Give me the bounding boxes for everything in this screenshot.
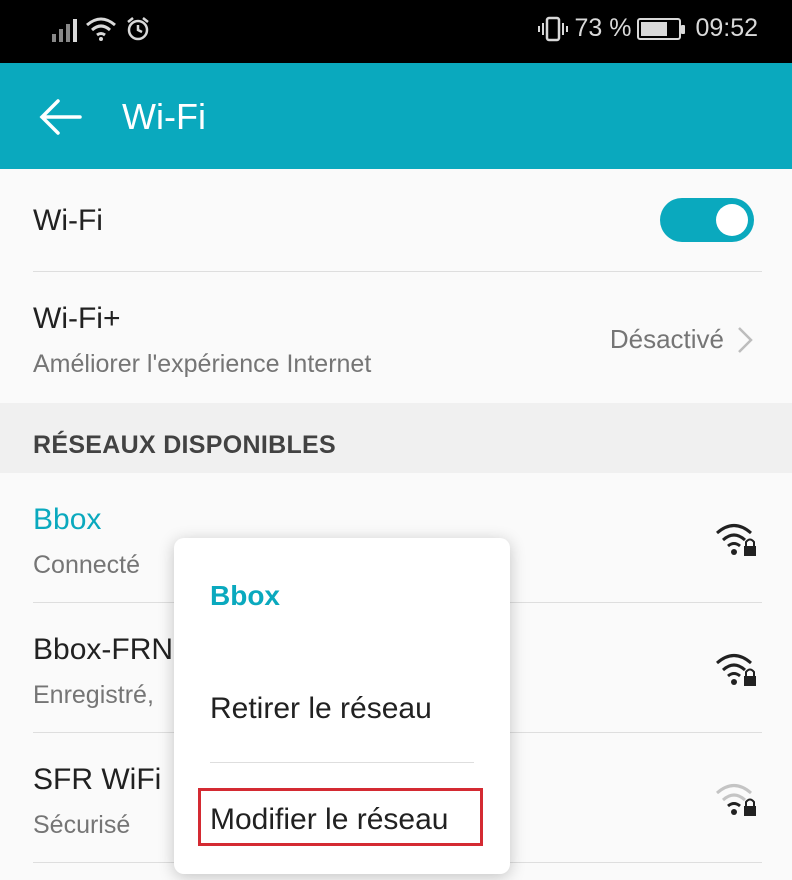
network-name: Bbox: [33, 503, 102, 536]
signal-icon: [52, 16, 77, 42]
wifi-status-icon: [86, 17, 116, 41]
wifi-plus-label: Wi-Fi+: [33, 302, 121, 335]
network-status: Enregistré,: [33, 681, 154, 709]
network-status: Sécurisé: [33, 811, 131, 839]
app-bar: Wi-Fi: [0, 63, 792, 169]
toggle-knob: [716, 204, 748, 236]
chevron-right-icon: [738, 327, 753, 353]
clock: 09:52: [695, 14, 758, 42]
arrow-left-icon[interactable]: [38, 97, 82, 137]
wifi-toggle-label: Wi-Fi: [33, 204, 103, 237]
battery-percent: 73 %: [574, 14, 632, 42]
wifi-lock-icon: [716, 654, 756, 686]
page-title: Wi-Fi: [122, 96, 206, 137]
divider: [210, 762, 474, 763]
alarm-icon: [127, 17, 149, 41]
forget-network-item[interactable]: Retirer le réseau: [210, 692, 432, 726]
section-header: RÉSEAUX DISPONIBLES: [0, 403, 792, 473]
battery-icon: [637, 17, 686, 40]
section-label: RÉSEAUX DISPONIBLES: [33, 431, 336, 459]
network-status: Connecté: [33, 551, 141, 579]
wifi-plus-subtitle: Améliorer l'expérience Internet: [33, 350, 372, 378]
vibrate-icon: [538, 16, 569, 41]
wifi-toggle-switch[interactable]: [660, 198, 754, 242]
modify-network-item[interactable]: Modifier le réseau: [198, 788, 483, 846]
status-bar: 73 % 09:52: [0, 0, 792, 63]
wifi-lock-weak-icon: [716, 784, 756, 816]
context-menu-title: Bbox: [210, 580, 280, 611]
wifi-lock-icon: [716, 524, 756, 556]
network-name: Bbox-FRN: [33, 633, 174, 666]
context-menu: Bbox Retirer le réseau Modifier le résea…: [174, 538, 510, 874]
wifi-plus-value: Désactivé: [609, 324, 724, 354]
network-name: SFR WiFi: [33, 763, 162, 796]
